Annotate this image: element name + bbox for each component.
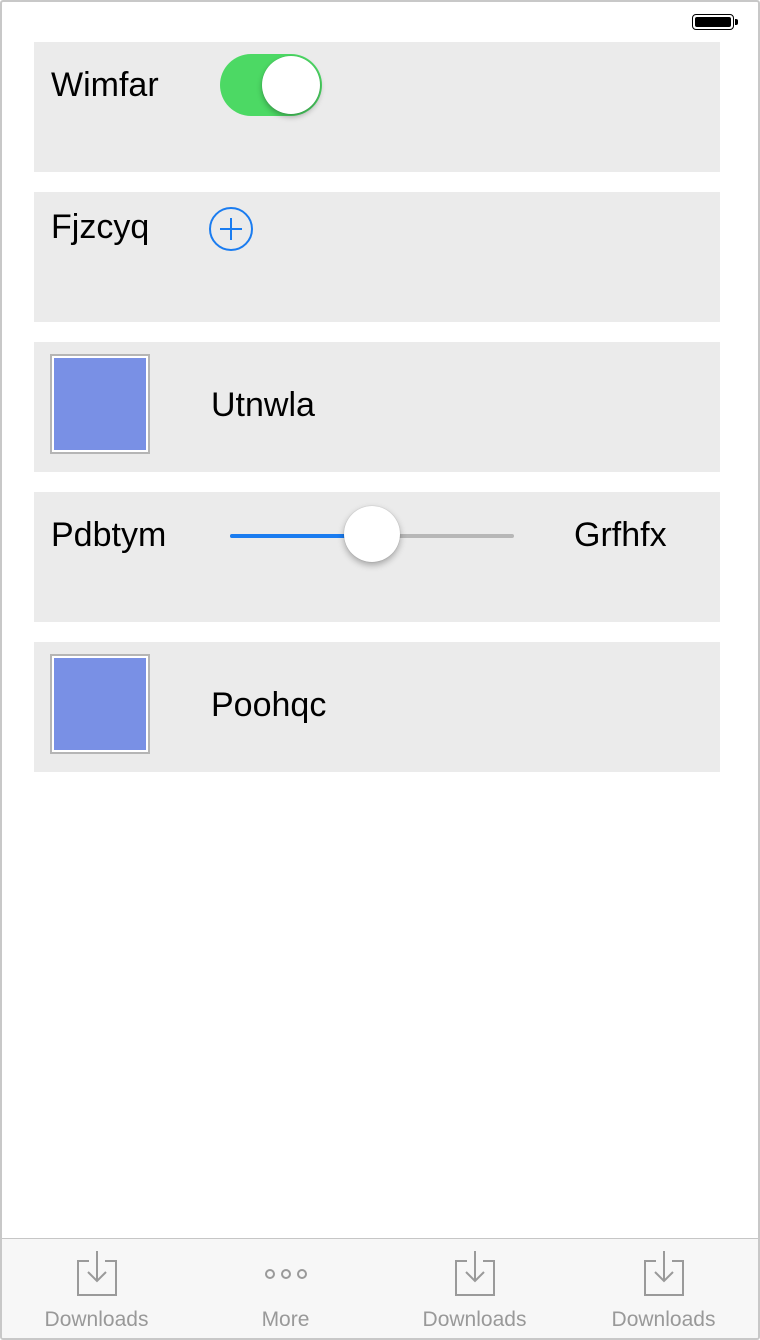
plus-circle-icon [209,207,253,251]
swatch-color [54,358,146,450]
tab-downloads-3[interactable]: Downloads [569,1239,758,1338]
more-dots-icon [264,1269,307,1279]
tab-label: More [261,1308,310,1331]
toggle-row: Wimfar [34,42,720,172]
swatch-label: Poohqc [211,686,327,724]
tab-more[interactable]: More [191,1239,380,1338]
slider-row: Pdbtym Grfhfx [34,492,720,622]
swatch-row-utnwla: Utnwla [34,342,720,472]
toggle-label: Wimfar [51,66,159,104]
tab-label: Downloads [44,1308,149,1331]
swatch-label: Utnwla [211,386,315,424]
download-icon [454,1251,495,1296]
add-row: Fjzcyq [34,192,720,322]
add-row-label: Fjzcyq [51,208,150,246]
add-button[interactable] [208,206,254,252]
tab-downloads-2[interactable]: Downloads [380,1239,569,1338]
tab-bar: Downloads More Downloads Downloads [2,1238,758,1338]
swatch-color [54,658,146,750]
download-icon [76,1251,117,1296]
tab-label: Downloads [422,1308,527,1331]
battery-icon [692,14,738,32]
color-swatch[interactable] [50,654,150,754]
color-swatch[interactable] [50,354,150,454]
wimfar-toggle-switch[interactable] [220,54,322,116]
tab-downloads-1[interactable]: Downloads [2,1239,191,1338]
tab-label: Downloads [611,1308,716,1331]
download-icon [643,1251,684,1296]
slider[interactable] [230,506,514,566]
swatch-row-poohqc: Poohqc [34,642,720,772]
slider-left-label: Pdbtym [51,516,167,554]
slider-thumb[interactable] [344,506,400,562]
slider-right-label: Grfhfx [574,516,667,554]
app-window: Wimfar Fjzcyq Utnwla Pdbtym Grfhfx Poohq… [0,0,760,1340]
toggle-knob [262,56,320,114]
